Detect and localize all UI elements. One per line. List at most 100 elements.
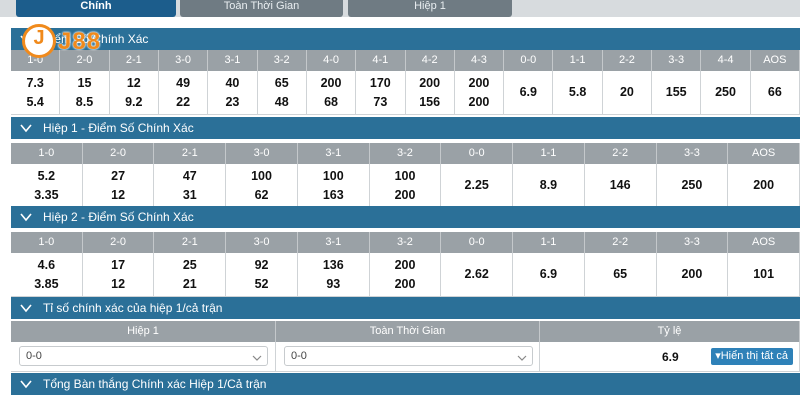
odds-cell[interactable]: 6.9	[504, 71, 554, 115]
odds-value: 7.3	[26, 75, 44, 90]
odds-cell[interactable]: 25 21	[154, 253, 227, 297]
odds-value: 65	[613, 267, 628, 281]
section-header-first-half-correct-score[interactable]: Hiệp 1 - Điểm Số Chính Xác	[11, 117, 800, 139]
column-header: 2-2	[584, 232, 657, 253]
tab-main[interactable]: Chính	[16, 0, 176, 17]
odds-cell[interactable]: 101	[728, 253, 800, 297]
column-header: 3-1	[297, 143, 370, 164]
odds-cell[interactable]: 65	[584, 253, 657, 297]
odds-value: 20	[619, 85, 634, 99]
full-time-select[interactable]: 0-0	[284, 346, 533, 366]
odds-cell[interactable]: 2.62	[441, 253, 514, 297]
odds-cell[interactable]: 250	[701, 71, 751, 115]
odds-value: 9.2	[125, 94, 143, 109]
chevron-down-icon	[19, 121, 33, 135]
tab-bar: Chính Toàn Thời Gian Hiệp 1	[0, 0, 800, 17]
odds-value: 5.2	[37, 168, 56, 183]
column-header: 2-1	[154, 232, 227, 253]
odds-cell[interactable]: 170 73	[356, 71, 406, 115]
odds-cell[interactable]: 136 93	[297, 253, 370, 297]
brand-logo: J J88	[22, 24, 125, 58]
column-header: 1-0	[11, 143, 83, 164]
odds-cell[interactable]: 200 200	[454, 71, 505, 115]
odds-cell[interactable]: 49 22	[158, 71, 209, 115]
odds-cell[interactable]: 12 9.2	[109, 71, 159, 115]
odds-value: 146	[609, 178, 631, 192]
odds-value: 6.9	[539, 267, 558, 281]
odds-cell[interactable]: 2.25	[441, 164, 514, 208]
odds-cell[interactable]: 200 200	[369, 253, 442, 297]
section-header-total-goals-half-full[interactable]: Tổng Bàn thắng Chính xác Hiệp 1/Cả trận	[11, 373, 800, 395]
odds-cell[interactable]: 100 200	[369, 164, 442, 208]
odds-cell[interactable]: 5.2 3.35	[11, 164, 83, 208]
odds-value: 21	[182, 276, 197, 291]
column-header: 3-2	[369, 232, 442, 253]
section-header-second-half-correct-score[interactable]: Hiệp 2 - Điểm Số Chính Xác	[11, 206, 800, 228]
odds-value: 200	[419, 75, 441, 90]
odds-value: 4.6	[37, 257, 56, 272]
odds-value: 156	[419, 94, 441, 109]
odds-cell[interactable]: 5.8	[553, 71, 603, 115]
odds-cell[interactable]: 20	[602, 71, 653, 115]
section-header-correct-score[interactable]: Điểm Số Chính Xác	[11, 28, 800, 50]
odds-cell[interactable]: 155	[652, 71, 702, 115]
odds-value: 200	[753, 178, 775, 192]
column-header: 2-2	[602, 50, 653, 71]
column-header-odds: Tỷ lệ	[540, 321, 800, 342]
odds-cell[interactable]: 250	[656, 164, 729, 208]
odds-value: 23	[225, 94, 240, 109]
odds-value: 15	[77, 75, 92, 90]
odds-cell[interactable]: 15 8.5	[60, 71, 110, 115]
column-header-full-time: Toàn Thời Gian	[276, 321, 540, 342]
odds-cell[interactable]: 200 68	[306, 71, 357, 115]
column-header: 3-3	[656, 232, 729, 253]
odds-cell[interactable]: 100 62	[226, 164, 298, 208]
show-all-button[interactable]: ▾Hiển thị tất cả	[711, 348, 793, 365]
odds-cell[interactable]: 146	[584, 164, 657, 208]
column-header: 0-0	[504, 50, 554, 71]
column-header: 3-3	[656, 143, 729, 164]
chevron-down-icon	[19, 377, 33, 391]
odds-cell[interactable]: 66	[750, 71, 800, 115]
column-header: 4-4	[701, 50, 751, 71]
odds-cell[interactable]: 8.9	[513, 164, 585, 208]
odds-value: 8.5	[75, 94, 94, 109]
section-header-half-full-score[interactable]: Tỉ số chính xác của hiệp 1/cả trận	[11, 297, 800, 319]
odds-cell[interactable]: 7.3 5.4	[11, 71, 61, 115]
odds-value: 2.25	[464, 178, 489, 192]
odds-value: 12	[111, 276, 126, 291]
full-time-select-value: 0-0	[291, 350, 307, 362]
section-title: Hiệp 1 - Điểm Số Chính Xác	[43, 121, 194, 135]
odds-value[interactable]: 6.9	[662, 350, 679, 364]
odds-cell[interactable]: 92 52	[226, 253, 298, 297]
odds-cell[interactable]: 200 156	[405, 71, 455, 115]
odds-cell[interactable]: 47 31	[154, 164, 227, 208]
tab-full-time[interactable]: Toàn Thời Gian	[180, 0, 343, 17]
odds-value: 2.62	[464, 267, 489, 281]
first-half-select[interactable]: 0-0	[19, 346, 268, 366]
odds-cell[interactable]: 17 12	[82, 253, 155, 297]
column-header: 3-2	[257, 50, 307, 71]
odds-cell[interactable]: 4.6 3.85	[11, 253, 83, 297]
odds-value: 17	[111, 257, 126, 272]
chevron-down-icon	[252, 351, 262, 361]
odds-cell[interactable]: 100 163	[297, 164, 370, 208]
odds-cell[interactable]: 40 23	[208, 71, 258, 115]
odds-value: 200	[394, 276, 416, 291]
column-header: 3-0	[158, 50, 209, 71]
odds-value: 250	[715, 85, 736, 99]
odds-cell: 6.9 ▾Hiển thị tất cả	[540, 342, 800, 371]
odds-value: 200	[468, 75, 490, 90]
tab-first-half[interactable]: Hiệp 1	[348, 0, 512, 17]
odds-value: 8.9	[539, 178, 558, 192]
column-header-first-half: Hiệp 1	[11, 321, 276, 342]
odds-cell[interactable]: 27 12	[82, 164, 155, 208]
column-header: AOS	[728, 143, 800, 164]
odds-cell[interactable]: 6.9	[513, 253, 585, 297]
column-header: 1-1	[513, 232, 585, 253]
odds-cell[interactable]: 200	[656, 253, 729, 297]
odds-value: 100	[322, 168, 344, 183]
odds-cell[interactable]: 200	[728, 164, 800, 208]
odds-cell[interactable]: 65 48	[257, 71, 307, 115]
column-header: 4-2	[405, 50, 455, 71]
